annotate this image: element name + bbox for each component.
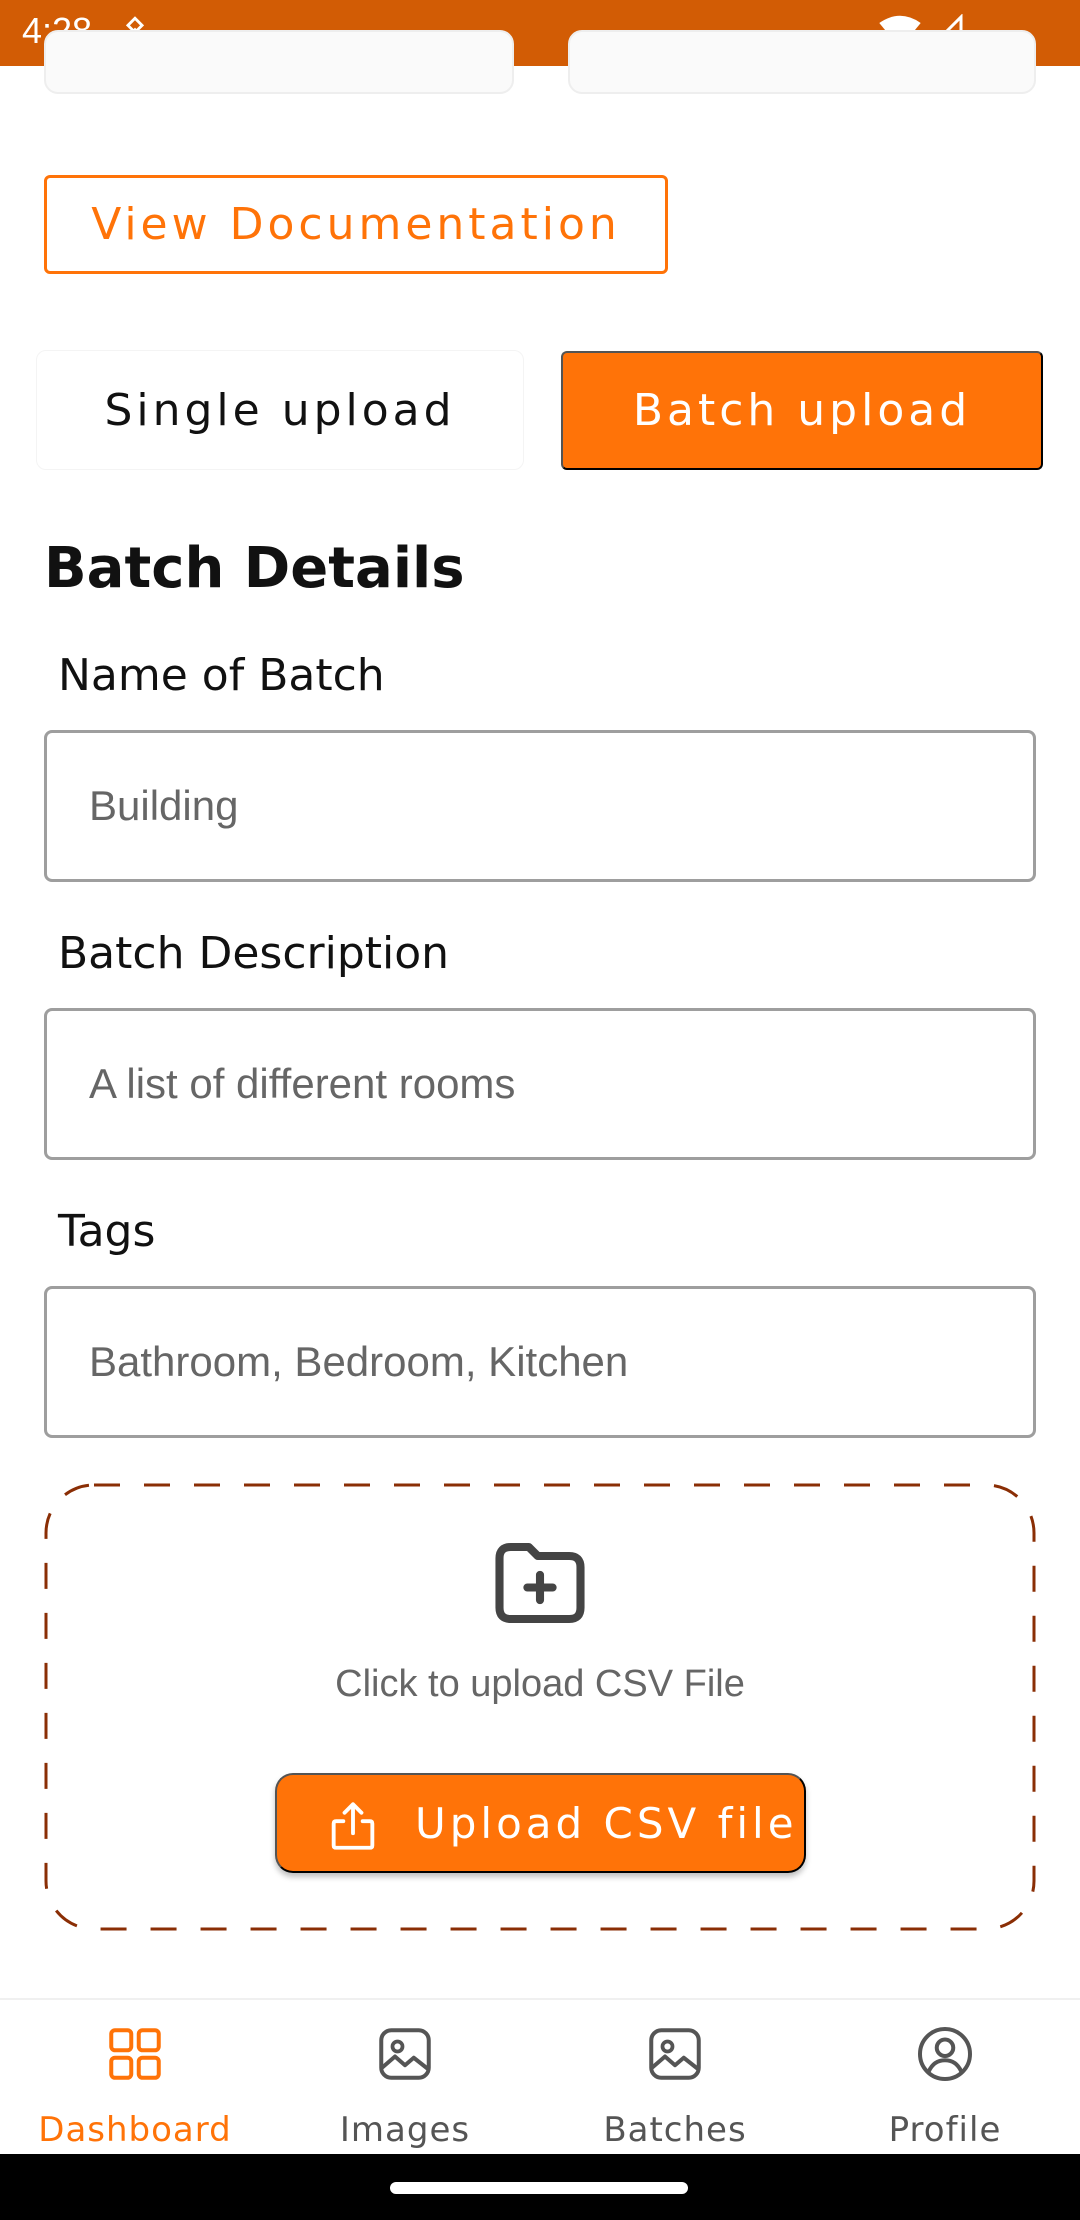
user-circle-icon [918,2027,972,2081]
grid-icon [109,2028,161,2080]
nav-dashboard[interactable]: Dashboard [0,2000,270,2156]
top-card-right[interactable] [568,30,1036,94]
nav-batches-label: Batches [603,2110,747,2150]
single-upload-tab[interactable]: Single upload [36,350,524,470]
upload-icon [331,1802,375,1850]
view-documentation-button[interactable]: View Documentation [44,175,668,274]
home-indicator[interactable] [390,2182,688,2194]
batch-description-input[interactable] [44,1008,1036,1160]
batch-name-input[interactable] [44,730,1036,882]
nav-images[interactable]: Images [270,2000,540,2156]
batch-description-label: Batch Description [58,928,450,979]
csv-dropzone[interactable]: Click to upload CSV File Upload CSV file [44,1483,1036,1931]
image-icon [379,2028,431,2080]
bottom-nav: Dashboard Images Batches Profile [0,1998,1080,2154]
upload-csv-button[interactable]: Upload CSV file [275,1773,806,1873]
system-nav-bar [0,2154,1080,2220]
nav-profile-label: Profile [888,2110,1002,2150]
tags-input[interactable] [44,1286,1036,1438]
image-icon [649,2028,701,2080]
nav-profile[interactable]: Profile [810,2000,1080,2156]
batch-upload-tab[interactable]: Batch upload [561,351,1043,470]
batch-name-label: Name of Batch [58,650,385,701]
upload-prompt: Click to upload CSV File [335,1663,745,1705]
top-card-left[interactable] [44,30,514,94]
batch-details-title: Batch Details [44,536,465,601]
tags-label: Tags [58,1206,156,1257]
nav-images-label: Images [339,2110,471,2150]
upload-csv-label: Upload CSV file [415,1799,798,1848]
nav-dashboard-label: Dashboard [38,2110,232,2150]
nav-batches[interactable]: Batches [540,2000,810,2156]
folder-add-icon [495,1542,585,1624]
